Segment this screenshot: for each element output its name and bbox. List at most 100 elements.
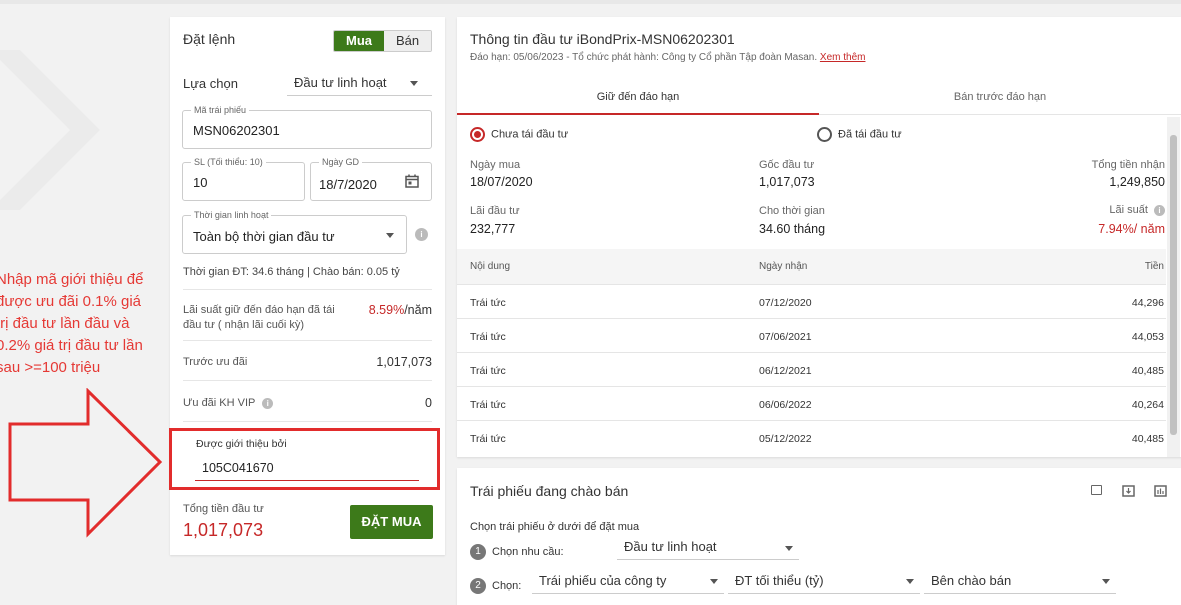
company-filter-select[interactable]: Trái phiếu của công ty bbox=[532, 568, 724, 594]
divider bbox=[183, 380, 432, 381]
principal-value: 1,017,073 bbox=[759, 175, 815, 189]
radio-label: Chưa tái đầu tư bbox=[491, 128, 569, 141]
background-watermark bbox=[0, 50, 100, 210]
radio-unchecked-icon bbox=[817, 127, 832, 142]
info-subtitle: Đáo hạn: 05/06/2023 - Tổ chức phát hành:… bbox=[470, 52, 865, 63]
bond-code-value: MSN06202301 bbox=[193, 123, 280, 138]
seller-filter-select[interactable]: Bên chào bán bbox=[924, 568, 1116, 594]
term-select[interactable]: Thời gian linh hoạt Toàn bộ thời gian đầ… bbox=[182, 210, 407, 254]
rate-label: Lãi suất giữ đến đáo hạn đã tái đầu tư (… bbox=[183, 303, 335, 333]
bond-code-field[interactable]: Mã trái phiếu MSN06202301 bbox=[182, 105, 432, 149]
quantity-legend: SL (Tối thiểu: 10) bbox=[191, 157, 266, 167]
choice-select-value: Đầu tư linh hoạt bbox=[294, 75, 387, 90]
arrow-right-icon bbox=[8, 388, 163, 538]
cell-amount: 40,264 bbox=[1131, 399, 1164, 411]
bond-code-legend: Mã trái phiếu bbox=[191, 105, 250, 115]
buy-toggle-button[interactable]: Mua bbox=[334, 31, 384, 51]
download-icon[interactable] bbox=[1122, 485, 1135, 497]
info-icon[interactable]: i bbox=[1154, 204, 1165, 216]
header-amount: Tiền bbox=[1144, 261, 1164, 272]
choose-row: 2 Chọn: bbox=[470, 578, 521, 594]
term-legend: Thời gian linh hoạt bbox=[191, 210, 272, 220]
coupon-table: Nội dung Ngày nhận Tiền Trái tức 07/12/2… bbox=[457, 249, 1166, 454]
vip-value: 0 bbox=[425, 396, 432, 410]
vip-row: Ưu đãi KH VIP i bbox=[183, 397, 274, 409]
choose-label: Chọn: bbox=[492, 579, 522, 592]
min-invest-filter-select[interactable]: ĐT tối thiểu (tỷ) bbox=[728, 568, 920, 594]
table-row: Trái tức 05/12/2022 40,485 bbox=[457, 420, 1166, 454]
need-select-value: Đầu tư linh hoạt bbox=[624, 539, 717, 554]
scrollbar-thumb[interactable] bbox=[1170, 135, 1177, 435]
snapshot-icon[interactable] bbox=[1091, 485, 1102, 495]
info-icon[interactable]: i bbox=[415, 228, 428, 241]
calendar-icon[interactable] bbox=[405, 174, 419, 188]
buy-date-label: Ngày mua bbox=[470, 159, 521, 171]
trade-date-field[interactable]: Ngày GD 18/7/2020 bbox=[310, 157, 432, 201]
order-title: Đặt lệnh bbox=[183, 31, 236, 47]
profit-label: Lãi đầu tư bbox=[470, 205, 520, 217]
profit-value: 232,777 bbox=[470, 222, 516, 236]
seller-filter-value: Bên chào bán bbox=[931, 573, 1012, 588]
pre-discount-value: 1,017,073 bbox=[376, 355, 432, 369]
table-row: Trái tức 07/06/2021 44,053 bbox=[457, 318, 1166, 352]
total-receive-label: Tổng tiền nhận bbox=[1091, 159, 1165, 171]
cell-content: Trái tức bbox=[470, 331, 506, 343]
choice-select[interactable]: Đầu tư linh hoạt bbox=[287, 69, 432, 96]
place-order-button[interactable]: ĐẶT MUA bbox=[350, 505, 433, 539]
cell-content: Trái tức bbox=[470, 365, 506, 377]
offering-title: Trái phiếu đang chào bán bbox=[470, 483, 629, 499]
vip-label: Ưu đãi KH VIP bbox=[183, 397, 256, 409]
chevron-down-icon bbox=[906, 579, 914, 584]
info-icon[interactable]: i bbox=[262, 397, 274, 409]
info-title: Thông tin đầu tư iBondPrix-MSN06202301 bbox=[470, 31, 735, 47]
need-select[interactable]: Đầu tư linh hoạt bbox=[617, 536, 799, 560]
annotation-line: Nhập mã giới thiệu để bbox=[0, 271, 144, 288]
cell-content: Trái tức bbox=[470, 433, 506, 445]
tab-bar: Giữ đến đáo hạn Bán trước đáo hạn bbox=[457, 79, 1181, 115]
annotation-line: trị đầu tư lần đầu và bbox=[0, 315, 130, 332]
info-rate-label-row: Lãi suất i bbox=[1109, 204, 1165, 216]
table-row: Trái tức 06/12/2021 40,485 bbox=[457, 352, 1166, 386]
term-value: Toàn bộ thời gian đầu tư bbox=[193, 229, 335, 244]
divider bbox=[183, 340, 432, 341]
annotation-line: sau >=100 triệu bbox=[0, 359, 101, 376]
radio-label: Đã tái đầu tư bbox=[838, 128, 902, 141]
investment-info-panel: Thông tin đầu tư iBondPrix-MSN06202301 Đ… bbox=[457, 17, 1181, 457]
scrollbar[interactable] bbox=[1167, 117, 1180, 457]
table-row: Trái tức 07/12/2020 44,296 bbox=[457, 284, 1166, 318]
tab-sell-before-maturity[interactable]: Bán trước đáo hạn bbox=[819, 79, 1181, 115]
subtitle-text: Đáo hạn: 05/06/2023 - Tổ chức phát hành:… bbox=[470, 52, 818, 63]
divider bbox=[183, 421, 432, 422]
table-row: Trái tức 06/06/2022 40,264 bbox=[457, 386, 1166, 420]
principal-label: Gốc đầu tư bbox=[759, 159, 815, 171]
period-label: Cho thời gian bbox=[759, 205, 825, 217]
cell-date: 07/12/2020 bbox=[759, 297, 812, 309]
term-summary: Thời gian ĐT: 34.6 tháng | Chào bán: 0.0… bbox=[183, 266, 400, 278]
company-filter-value: Trái phiếu của công ty bbox=[539, 573, 667, 588]
rate-display: 8.59%/năm bbox=[369, 303, 432, 317]
step-badge: 2 bbox=[470, 578, 486, 594]
chart-icon[interactable] bbox=[1154, 485, 1167, 497]
info-rate-value: 7.94%/ năm bbox=[1098, 222, 1165, 236]
quantity-field[interactable]: SL (Tối thiểu: 10) 10 bbox=[182, 157, 305, 201]
radio-checked-icon bbox=[470, 127, 485, 142]
cell-content: Trái tức bbox=[470, 399, 506, 411]
trade-date-value: 18/7/2020 bbox=[319, 177, 377, 192]
radio-reinvested[interactable]: Đã tái đầu tư bbox=[817, 127, 902, 142]
rate-label-line: Lãi suất giữ đến đáo hạn đã tái bbox=[183, 304, 335, 316]
radio-not-reinvested[interactable]: Chưa tái đầu tư bbox=[470, 127, 568, 142]
offering-panel: Trái phiếu đang chào bán Chọn trái phiếu… bbox=[457, 468, 1181, 605]
min-invest-filter-value: ĐT tối thiểu (tỷ) bbox=[735, 573, 824, 588]
cell-amount: 44,296 bbox=[1131, 297, 1164, 309]
tab-hold-to-maturity[interactable]: Giữ đến đáo hạn bbox=[457, 79, 819, 115]
need-row: 1 Chọn nhu cầu: bbox=[470, 544, 564, 560]
referral-highlight-box bbox=[169, 428, 440, 490]
rate-label-line: đầu tư ( nhận lãi cuối kỳ) bbox=[183, 319, 305, 331]
need-label: Chọn nhu cầu: bbox=[492, 545, 564, 558]
more-link[interactable]: Xem thêm bbox=[820, 52, 866, 63]
chevron-down-icon bbox=[1102, 579, 1110, 584]
promo-annotation: Nhập mã giới thiệu để được ưu đãi 0.1% g… bbox=[0, 269, 166, 379]
sell-toggle-button[interactable]: Bán bbox=[384, 31, 432, 51]
chevron-down-icon bbox=[785, 546, 793, 551]
chevron-down-icon bbox=[410, 81, 418, 86]
